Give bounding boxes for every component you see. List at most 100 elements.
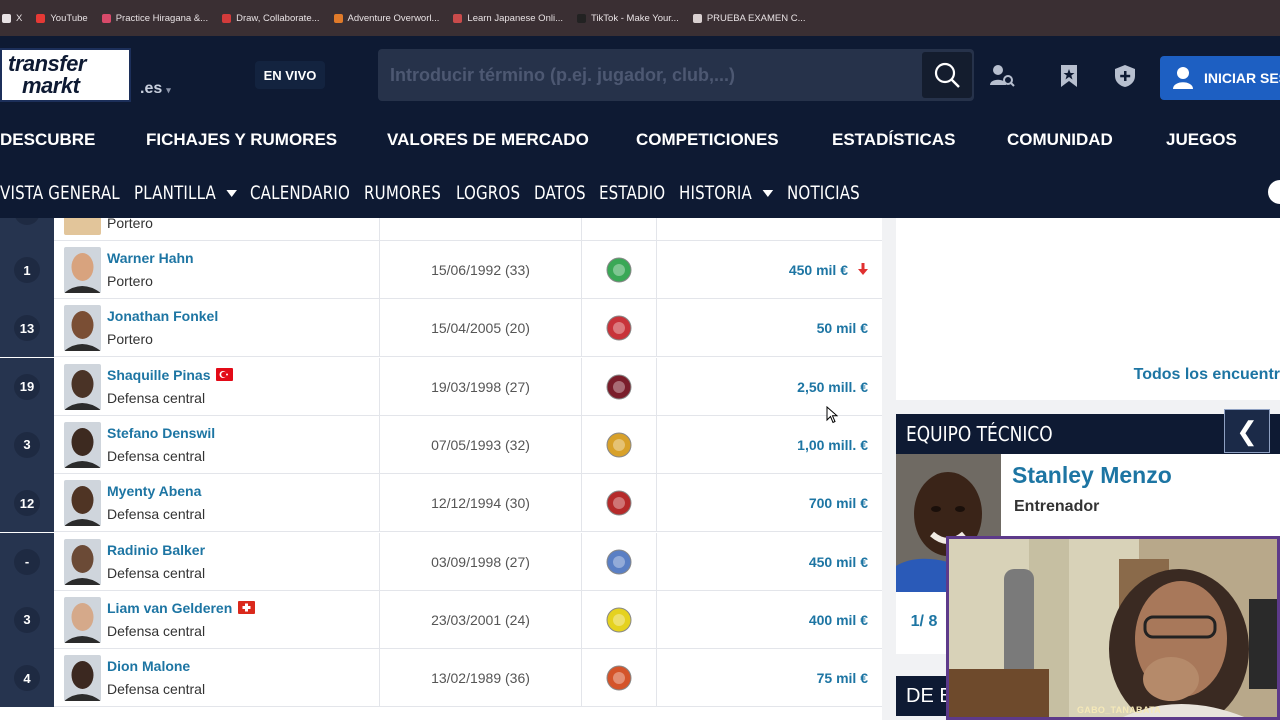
sub-nav-item[interactable]: ESTADIO xyxy=(599,182,665,204)
shield-icon[interactable] xyxy=(1112,63,1138,89)
sub-nav-label: CALENDARIO xyxy=(250,182,350,204)
search-button[interactable] xyxy=(922,52,972,98)
club-cell xyxy=(582,241,657,299)
main-nav-item[interactable]: ESTADÍSTICAS xyxy=(832,130,955,150)
club-crest-icon[interactable] xyxy=(605,489,633,517)
bookmark-icon[interactable] xyxy=(1056,63,1082,89)
club-crest-icon[interactable] xyxy=(605,664,633,692)
player-photo[interactable] xyxy=(64,538,101,585)
player-photo[interactable] xyxy=(64,305,101,352)
trend-down-icon xyxy=(858,262,868,278)
player-name-link[interactable]: Shaquille Pinas xyxy=(107,367,234,383)
player-photo[interactable] xyxy=(64,480,101,527)
main-nav-item[interactable]: JUEGOS xyxy=(1166,130,1237,150)
club-crest-icon[interactable] xyxy=(605,606,633,634)
chevron-down-icon: ▾ xyxy=(166,85,171,95)
player-photo[interactable] xyxy=(64,218,101,235)
sub-nav-item[interactable]: CALENDARIO xyxy=(250,182,350,204)
market-value[interactable]: 700 mil € xyxy=(809,474,868,532)
settings-icon[interactable] xyxy=(1268,180,1280,204)
player-name-link[interactable]: Myenty Abena xyxy=(107,483,201,499)
sub-nav-item[interactable]: PLANTILLA xyxy=(134,182,238,204)
shirt-number-cell: 19 xyxy=(0,357,54,416)
player-photo[interactable] xyxy=(64,247,101,293)
player-position: Defensa central xyxy=(107,447,206,464)
sub-nav-label: LOGROS xyxy=(456,182,521,204)
club-crest-icon[interactable] xyxy=(605,373,633,401)
club-crest-icon[interactable] xyxy=(605,256,633,284)
player-name-link[interactable]: Warner Hahn xyxy=(107,250,194,266)
shirt-number-cell xyxy=(0,218,54,241)
bookmark-item[interactable]: YouTube xyxy=(36,13,88,24)
sub-nav-item[interactable]: RUMORES xyxy=(364,182,441,204)
market-value[interactable]: 450 mil € xyxy=(789,241,868,299)
player-name-link[interactable]: Radinio Balker xyxy=(107,542,205,558)
market-value[interactable]: 400 mil € xyxy=(809,591,868,649)
main-nav: DESCUBRE FICHAJES Y RUMORES VALORES DE MER… xyxy=(0,116,1280,166)
main-nav-item[interactable]: VALORES DE MERCADO xyxy=(387,130,589,150)
main-nav-item[interactable]: COMUNIDAD xyxy=(1007,130,1113,150)
fixtures-card: Todos los encuentr xyxy=(896,218,1280,400)
market-value-text: 400 mil € xyxy=(808,611,868,628)
player-photo[interactable] xyxy=(64,421,101,468)
sub-nav-label: HISTORIA xyxy=(679,182,752,204)
player-position: Defensa central xyxy=(107,681,206,698)
player-position: Defensa central xyxy=(107,506,206,523)
bookmark-favicon-icon xyxy=(692,13,702,23)
player-position: Portero xyxy=(107,273,153,289)
sub-nav-item[interactable]: LOGROS xyxy=(456,182,520,204)
sub-nav-item[interactable]: NOTICIAS xyxy=(787,182,860,204)
player-name-link[interactable]: Stefano Denswil xyxy=(107,425,215,441)
sub-nav-item[interactable]: VISTA GENERAL xyxy=(0,182,120,204)
user-search-icon[interactable] xyxy=(989,63,1015,89)
player-photo[interactable] xyxy=(64,655,101,702)
player-position: Defensa central xyxy=(107,564,206,581)
domain-selector[interactable]: .es ▾ xyxy=(140,80,171,98)
sub-nav-item[interactable]: HISTORIA xyxy=(679,182,774,204)
search-input[interactable] xyxy=(390,63,910,87)
player-name-link[interactable]: Dion Malone xyxy=(107,658,190,674)
site-logo[interactable]: transfer markt xyxy=(0,48,131,102)
login-button[interactable]: INICIAR SES xyxy=(1160,56,1280,100)
coach-name[interactable]: Stanley Menzo xyxy=(1012,462,1172,489)
club-crest-icon[interactable] xyxy=(605,314,633,342)
staff-header-title: EQUIPO TÉCNICO xyxy=(906,422,1053,446)
live-button[interactable]: EN VIVO xyxy=(255,61,325,89)
prev-arrow-button[interactable]: ❮ xyxy=(1224,409,1270,453)
dob-cell: 23/03/2001 (24) xyxy=(379,590,582,649)
all-fixtures-link[interactable]: Todos los encuentr xyxy=(1134,366,1280,384)
dob-cell xyxy=(379,218,582,241)
bookmark-item[interactable]: X xyxy=(2,13,22,24)
bookmark-item[interactable]: Draw, Collaborate... xyxy=(222,13,320,24)
login-label: INICIAR SES xyxy=(1204,70,1280,86)
market-value[interactable]: 450 mil € xyxy=(809,533,868,591)
market-value[interactable]: 1,00 mill. € xyxy=(797,416,868,474)
bookmark-item[interactable]: PRUEBA EXAMEN C... xyxy=(692,13,806,24)
bookmark-label: TikTok - Make Your... xyxy=(591,12,679,24)
player-name-link[interactable]: Jonathan Fonkel xyxy=(107,308,218,324)
club-crest-icon[interactable] xyxy=(605,431,633,459)
webcam-overlay xyxy=(946,536,1280,720)
market-value[interactable]: 50 mil € xyxy=(817,299,868,357)
main-nav-item[interactable]: FICHAJES Y RUMORES xyxy=(146,130,337,150)
player-photo[interactable] xyxy=(64,596,101,643)
shirt-number-cell: 4 xyxy=(0,649,54,708)
main-nav-item[interactable]: COMPETICIONES xyxy=(636,130,779,150)
bookmark-item[interactable]: Adventure Overworl... xyxy=(333,13,439,24)
dob-cell: 07/05/1993 (32) xyxy=(379,415,582,474)
bookmark-item[interactable]: Practice Hiragana &... xyxy=(101,13,208,24)
club-crest-icon[interactable] xyxy=(605,548,633,576)
player-name-link[interactable]: Liam van Gelderen xyxy=(107,600,256,616)
sub-nav-item[interactable]: DATOS xyxy=(534,182,586,204)
main-nav-item[interactable]: DESCUBRE xyxy=(0,130,95,150)
staff-pager: 1/ 8 xyxy=(896,592,952,652)
sub-nav-label: DATOS xyxy=(534,182,586,204)
bookmark-favicon-icon xyxy=(333,13,343,23)
player-photo[interactable] xyxy=(64,363,101,410)
switzerland-flag-icon xyxy=(238,601,256,615)
domain-label: .es xyxy=(140,80,163,97)
market-value[interactable]: 75 mil € xyxy=(817,649,868,707)
market-value-text: 50 mil € xyxy=(816,320,868,337)
bookmark-item[interactable]: Learn Japanese Onli... xyxy=(453,13,563,24)
bookmark-item[interactable]: TikTok - Make Your... xyxy=(577,13,679,24)
